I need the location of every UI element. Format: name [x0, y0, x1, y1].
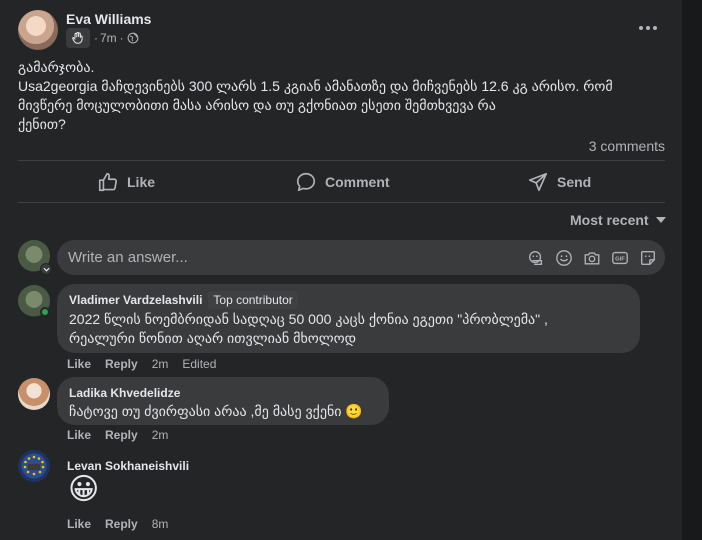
- caret-down-icon: [655, 216, 667, 224]
- online-status-dot: [40, 307, 50, 317]
- sticker-icon[interactable]: [638, 248, 657, 267]
- post-text-line: მივწერე მოცულობითი მასა არისო და თუ გქონ…: [18, 97, 496, 113]
- comment-button[interactable]: Comment: [295, 168, 390, 196]
- eu-stars-icon: [23, 455, 45, 476]
- comment-like-button[interactable]: Like: [67, 517, 91, 531]
- commenter-name[interactable]: Levan Sokhaneishvili: [67, 459, 189, 473]
- avatar-sticker-icon[interactable]: [526, 248, 545, 267]
- svg-text:GIF: GIF: [615, 256, 625, 262]
- comment-count-link[interactable]: 3 comments: [589, 138, 665, 154]
- send-icon: [527, 171, 549, 193]
- thumbs-up-icon: [97, 171, 119, 193]
- waving-hand-icon: [66, 28, 90, 48]
- comment-like-button[interactable]: Like: [67, 357, 91, 371]
- globe-icon: [127, 32, 139, 44]
- comment-bubble: Vladimer Vardzelashvili Top contributor …: [57, 284, 640, 353]
- divider: [18, 160, 665, 161]
- commenter-name[interactable]: Ladika Khvedelidze: [69, 386, 180, 400]
- like-button[interactable]: Like: [97, 168, 155, 196]
- post-card: Eva Williams · 7m · გამარჯობა. Usa2georg…: [0, 0, 682, 540]
- top-contributor-badge: Top contributor: [208, 290, 298, 309]
- comment-time[interactable]: 2m: [152, 357, 169, 371]
- sort-label: Most recent: [570, 212, 649, 228]
- grinning-face-emoji: 😀: [68, 473, 100, 506]
- composer-tools: GIF: [526, 248, 657, 267]
- post-meta: · 7m ·: [66, 28, 139, 48]
- divider: [18, 202, 665, 203]
- comment-text-line: რეალური წონით აღარ ითვლიან მხოლოდ: [69, 330, 357, 346]
- comment-sort-dropdown[interactable]: Most recent: [570, 212, 667, 228]
- comment-actions: Like Reply 8m: [67, 517, 168, 531]
- comment-composer: GIF: [57, 240, 665, 275]
- author-avatar[interactable]: [18, 10, 58, 50]
- comment-text-line: ჩატოვე თუ ძვირფასი არაა ,მე მასე ვქენი 🙂: [69, 402, 377, 421]
- comment-bubble: Ladika Khvedelidze ჩატოვე თუ ძვირფასი არ…: [57, 377, 389, 425]
- more-options-button[interactable]: [632, 16, 664, 40]
- meta-separator: ·: [119, 31, 124, 45]
- post-text-line: გამარჯობა.: [18, 59, 95, 75]
- page-background: [682, 0, 702, 540]
- comment-actions: Like Reply 2m Edited: [67, 357, 216, 371]
- comment-time[interactable]: 8m: [152, 517, 169, 531]
- commenter-name[interactable]: Vladimer Vardzelashvili: [69, 293, 202, 307]
- comment-reply-button[interactable]: Reply: [105, 357, 138, 371]
- chevron-down-icon[interactable]: [40, 263, 52, 275]
- edited-label: Edited: [182, 357, 217, 371]
- comment-input[interactable]: [68, 240, 508, 275]
- comment-text: ჩატოვე თუ ძვირფასი არაა ,მე მასე ვქენი: [69, 403, 342, 419]
- post-text-line: Usa2georgia მაჩდევინებს 300 ლარს 1.5 კგი…: [18, 78, 613, 94]
- meta-separator: ·: [94, 31, 98, 45]
- comment-actions: Like Reply 2m: [67, 428, 168, 442]
- send-label: Send: [557, 174, 592, 190]
- gif-icon[interactable]: GIF: [610, 248, 629, 267]
- slightly-smiling-emoji: 🙂: [345, 403, 363, 419]
- comment-like-button[interactable]: Like: [67, 428, 91, 442]
- post-author-name[interactable]: Eva Williams: [66, 11, 151, 27]
- commenter-avatar[interactable]: [18, 450, 50, 482]
- emoji-icon[interactable]: [554, 248, 573, 267]
- comment-label: Comment: [325, 174, 390, 190]
- speech-bubble-icon: [295, 171, 317, 193]
- post-time[interactable]: 7m: [100, 31, 117, 45]
- post-text-line: ქენით?: [18, 116, 66, 132]
- comment-reply-button[interactable]: Reply: [105, 517, 138, 531]
- comment-text-line: 2022 წლის ნოემბრიდან სადღაც 50 000 კაცს …: [69, 311, 548, 327]
- camera-icon[interactable]: [582, 248, 601, 267]
- send-button[interactable]: Send: [527, 168, 591, 196]
- comment-reply-button[interactable]: Reply: [105, 428, 138, 442]
- post-text: გამარჯობა. Usa2georgia მაჩდევინებს 300 ლ…: [18, 58, 658, 134]
- like-label: Like: [127, 174, 156, 190]
- comment-time[interactable]: 2m: [152, 428, 169, 442]
- commenter-avatar[interactable]: [18, 378, 50, 410]
